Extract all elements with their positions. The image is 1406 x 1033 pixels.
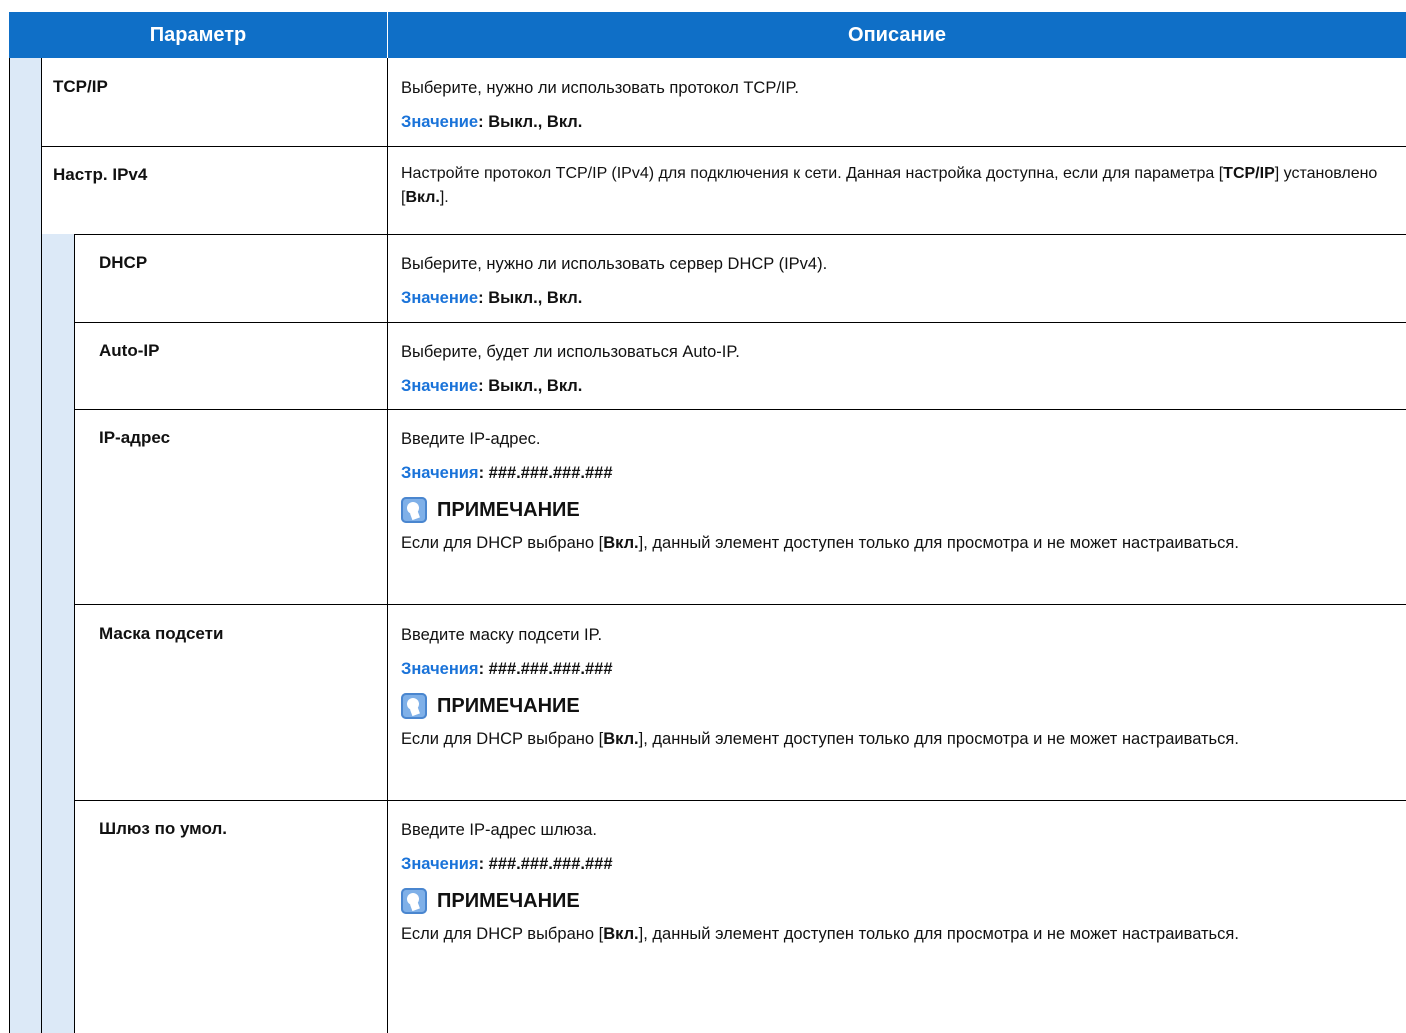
note-part: Если для DHCP выбрано [	[401, 925, 604, 943]
desc-gateway: Введите IP-адрес шлюза. Значения: ###.##…	[401, 818, 1391, 946]
indent-level-1	[9, 58, 41, 1033]
value-key: Значение	[401, 113, 479, 131]
desc-text: Выберите, нужно ли использовать сервер D…	[401, 255, 828, 273]
note-title: ПРИМЕЧАНИЕ	[437, 499, 580, 521]
table-header: Параметр Описание	[9, 12, 1406, 58]
desc-ipv4: Настройте протокол TCP/IP (IPv4) для под…	[401, 162, 1391, 210]
value-line: Значения: ###.###.###.###	[401, 461, 1391, 485]
desc-text: Введите IP-адрес шлюза.	[401, 821, 598, 839]
note-part: Вкл.	[603, 534, 639, 552]
value-key: Значения	[401, 660, 479, 678]
desc-text: Выберите, нужно ли использовать протокол…	[401, 79, 799, 97]
note-text: Если для DHCP выбрано [Вкл.], данный эле…	[401, 922, 1391, 946]
desc-text: Введите IP-адрес.	[401, 430, 541, 448]
note-bulb-icon	[401, 888, 427, 914]
note-title: ПРИМЕЧАНИЕ	[437, 695, 580, 717]
note-title: ПРИМЕЧАНИЕ	[437, 890, 580, 912]
note-bulb-icon	[401, 693, 427, 719]
desc-subnet-mask: Введите маску подсети IP. Значения: ###.…	[401, 623, 1391, 751]
note-bulb-icon	[401, 497, 427, 523]
note-text: Если для DHCP выбрано [Вкл.], данный эле…	[401, 531, 1391, 555]
desc-text: Введите маску подсети IP.	[401, 626, 603, 644]
desc-tcpip: Выберите, нужно ли использовать протокол…	[401, 76, 1391, 134]
note-part: ], данный элемент доступен только для пр…	[638, 730, 1239, 748]
value-key: Значение	[401, 289, 479, 307]
note-part: Если для DHCP выбрано [	[401, 730, 604, 748]
param-dhcp: DHCP	[99, 253, 148, 272]
value-line: Значение: Выкл., Вкл.	[401, 374, 1391, 398]
value-key: Значения	[401, 855, 479, 873]
value-text: : ###.###.###.###	[478, 464, 613, 482]
note-part: Вкл.	[603, 925, 639, 943]
note-header: ПРИМЕЧАНИЕ	[401, 497, 1391, 523]
note-header: ПРИМЕЧАНИЕ	[401, 888, 1391, 914]
desc-autoip: Выберите, будет ли использоваться Auto-I…	[401, 340, 1391, 398]
value-key: Значения	[401, 464, 479, 482]
header-desc: Описание	[848, 24, 946, 46]
value-text: : Выкл., Вкл.	[478, 113, 583, 131]
value-line: Значения: ###.###.###.###	[401, 657, 1391, 681]
header-param: Параметр	[149, 24, 247, 46]
desc-part: Вкл.	[405, 189, 440, 206]
param-autoip: Auto-IP	[99, 341, 160, 360]
desc-text: Выберите, будет ли использоваться Auto-I…	[401, 343, 740, 361]
value-text: : ###.###.###.###	[478, 660, 613, 678]
value-key: Значение	[401, 377, 479, 395]
note-part: ], данный элемент доступен только для пр…	[638, 925, 1239, 943]
value-line: Значение: Выкл., Вкл.	[401, 286, 1391, 310]
param-ipv4: Настр. IPv4	[53, 165, 148, 184]
param-tcpip: TCP/IP	[53, 77, 108, 96]
desc-part: ].	[439, 189, 449, 206]
indent-level-2	[42, 234, 74, 1033]
value-line: Значения: ###.###.###.###	[401, 852, 1391, 876]
note-text: Если для DHCP выбрано [Вкл.], данный эле…	[401, 727, 1391, 751]
note-part: Если для DHCP выбрано [	[401, 534, 604, 552]
desc-ip-address: Введите IP-адрес. Значения: ###.###.###.…	[401, 427, 1391, 555]
note-part: Вкл.	[603, 730, 639, 748]
param-subnet-mask: Маска подсети	[99, 624, 224, 643]
param-ip-address: IP-адрес	[99, 428, 171, 447]
value-line: Значение: Выкл., Вкл.	[401, 110, 1391, 134]
param-gateway: Шлюз по умол.	[99, 819, 228, 838]
desc-dhcp: Выберите, нужно ли использовать сервер D…	[401, 252, 1391, 310]
note-part: ], данный элемент доступен только для пр…	[638, 534, 1239, 552]
desc-part: Настройте протокол TCP/IP (IPv4) для под…	[401, 165, 1224, 182]
value-text: : ###.###.###.###	[478, 855, 613, 873]
note-header: ПРИМЕЧАНИЕ	[401, 693, 1391, 719]
desc-part: TCP/IP	[1223, 165, 1275, 182]
value-text: : Выкл., Вкл.	[478, 377, 583, 395]
value-text: : Выкл., Вкл.	[478, 289, 583, 307]
parameter-table: TCP/IP Выберите, нужно ли использовать п…	[9, 58, 1406, 1033]
